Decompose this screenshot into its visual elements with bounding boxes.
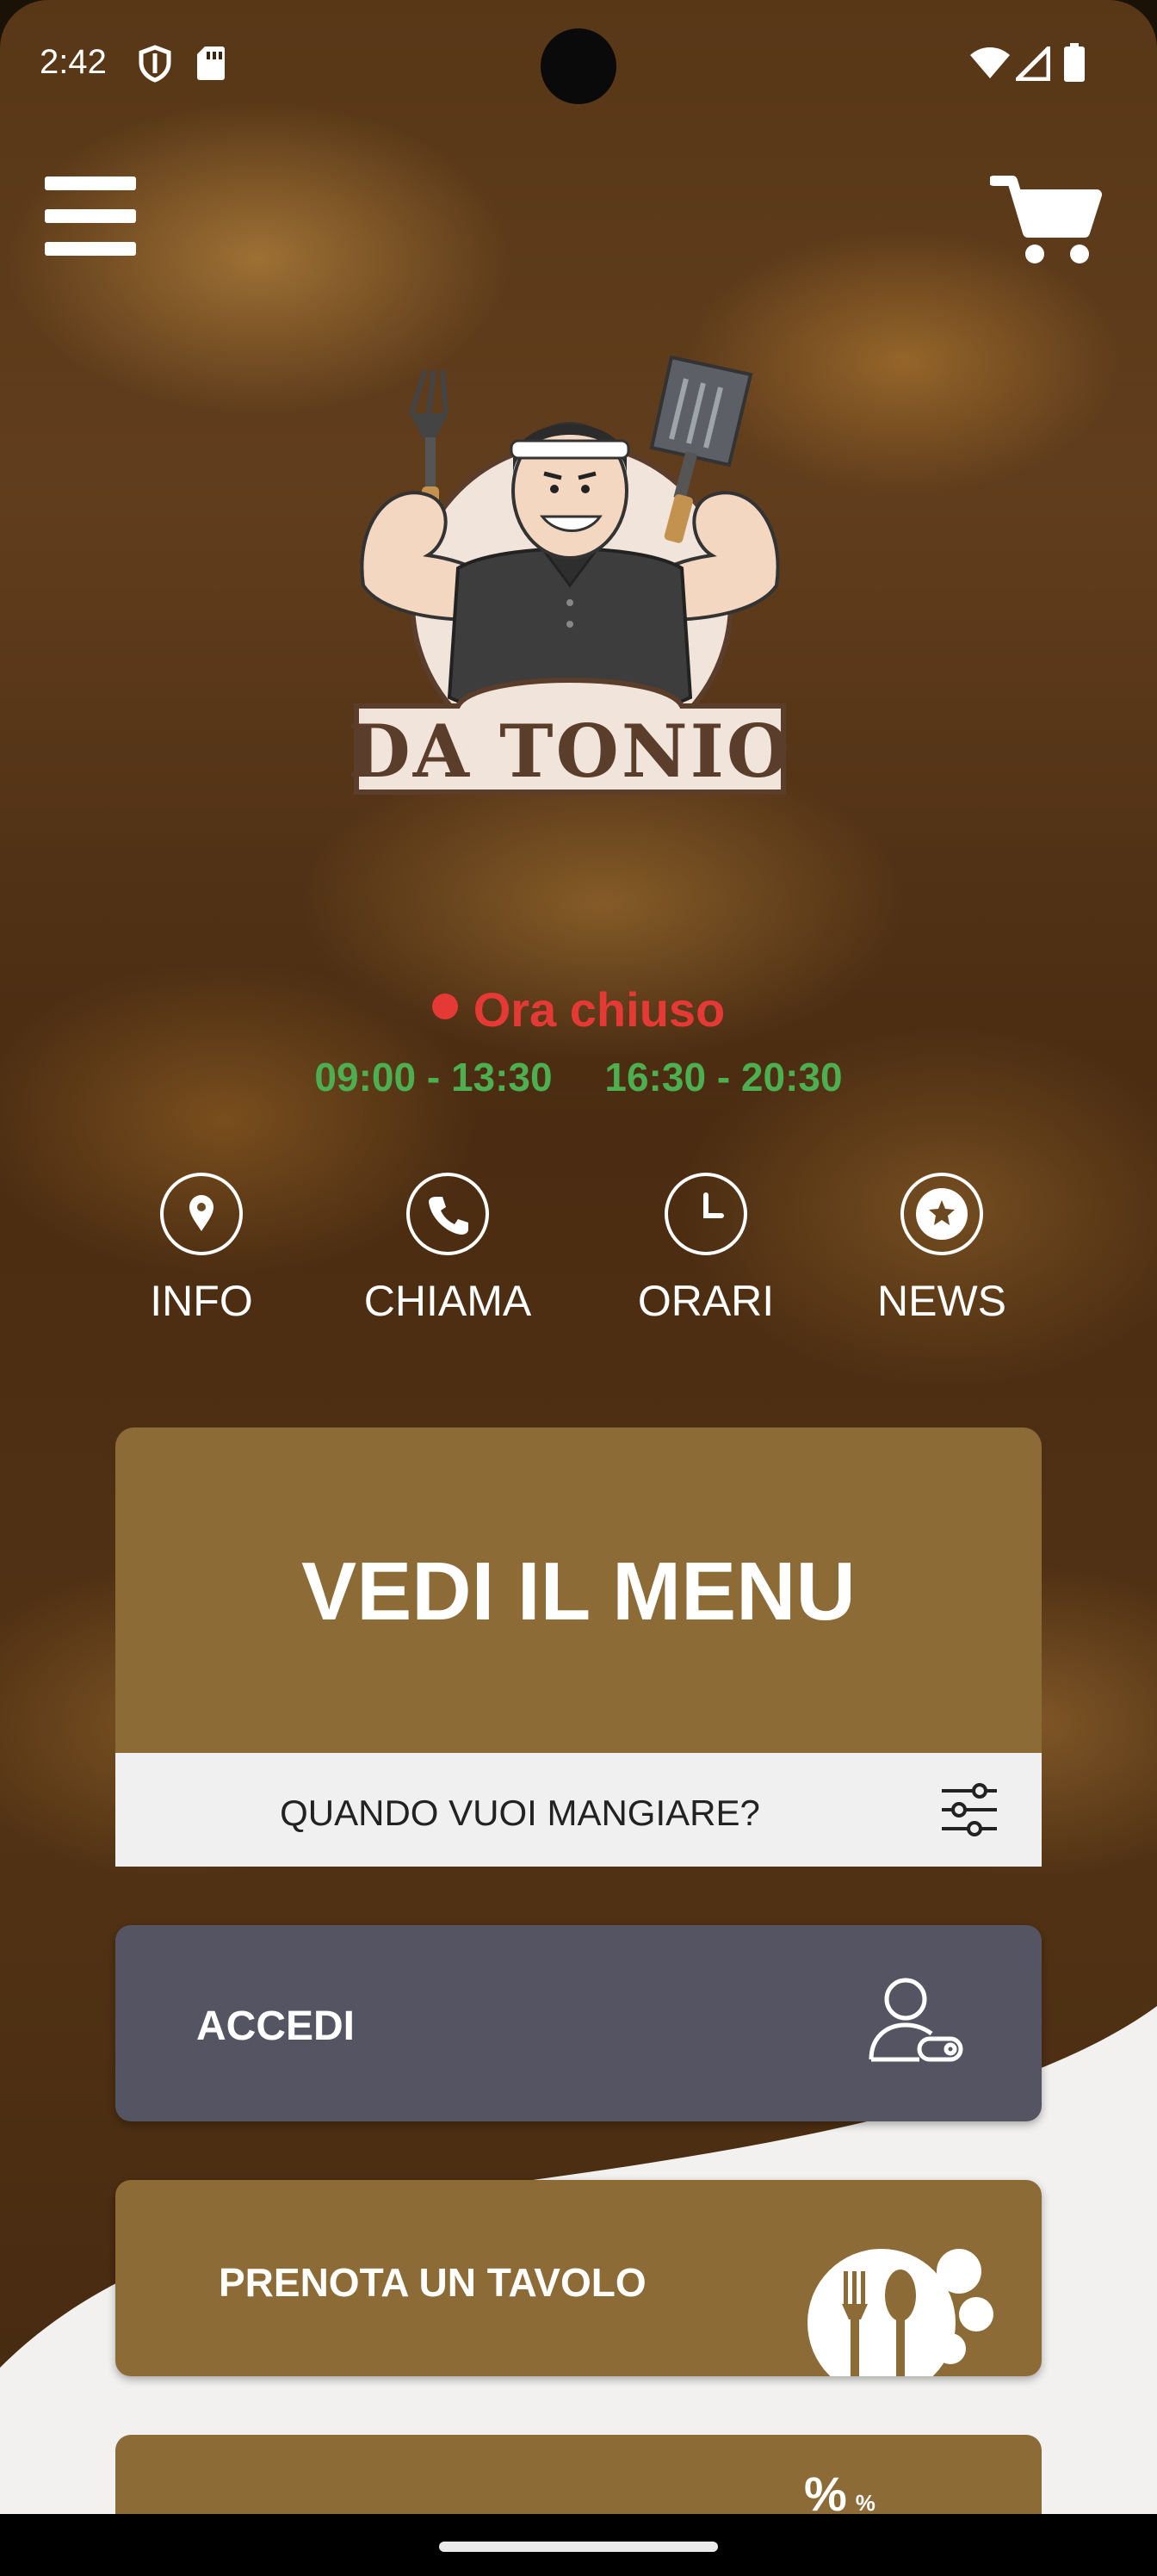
sd-card-icon (197, 46, 225, 80)
cellular-signal-icon (1016, 46, 1050, 81)
when-to-eat-bar[interactable]: QUANDO VUOI MANGIARE? (115, 1753, 1042, 1867)
brand-name: DA TONIO (348, 709, 792, 794)
home-gesture-handle[interactable] (439, 2542, 718, 2552)
quick-action-news[interactable]: NEWS (838, 1173, 1045, 1326)
location-pin-icon (160, 1173, 243, 1255)
plate-cutlery-icon (807, 2249, 993, 2376)
shield-icon (139, 45, 171, 83)
login-label: ACCEDI (196, 2003, 356, 2049)
user-key-icon (869, 1978, 963, 2062)
navigation-bar (0, 2514, 1157, 2576)
quick-action-call[interactable]: CHIAMA (344, 1173, 551, 1326)
view-menu-button[interactable]: VEDI IL MENU (115, 1427, 1042, 1753)
open-status-label: Ora chiuso (473, 982, 726, 1037)
opening-hours: 09:00 - 13:30 16:30 - 20:30 (0, 1054, 1157, 1100)
clock-icon (665, 1173, 747, 1255)
percent-icon: %% (804, 2467, 875, 2514)
battery-icon (1064, 43, 1085, 82)
camera-cutout (541, 28, 616, 104)
when-to-eat-label: QUANDO VUOI MANGIARE? (280, 1793, 760, 1833)
quick-action-label: INFO (150, 1277, 253, 1325)
quick-action-label: NEWS (877, 1277, 1006, 1325)
shopping-cart-icon[interactable] (990, 172, 1102, 267)
book-table-label: PRENOTA UN TAVOLO (219, 2260, 647, 2305)
star-chat-icon (900, 1173, 983, 1255)
phone-icon (406, 1173, 489, 1255)
quick-action-label: CHIAMA (363, 1277, 532, 1325)
hours-evening: 16:30 - 20:30 (604, 1055, 843, 1099)
quick-action-info[interactable]: INFO (98, 1173, 305, 1326)
app-screen: 2:42 DA TONIO Ora chiuso 09:00 - 13:30 1… (0, 0, 1157, 2514)
quick-action-hours[interactable]: ORARI (603, 1173, 809, 1326)
filter-sliders-icon[interactable] (938, 1779, 1000, 1841)
quick-action-label: ORARI (637, 1277, 775, 1325)
status-dot-icon (431, 994, 458, 1019)
status-time: 2:42 (40, 43, 107, 81)
login-button[interactable]: ACCEDI (115, 1925, 1042, 2121)
view-menu-title: VEDI IL MENU (301, 1545, 856, 1638)
promo-button[interactable]: %% (115, 2435, 1042, 2514)
wifi-icon (970, 47, 1010, 78)
book-table-button[interactable]: PRENOTA UN TAVOLO (115, 2180, 1042, 2376)
hours-morning: 09:00 - 13:30 (314, 1055, 553, 1099)
hamburger-menu-icon[interactable] (45, 176, 136, 256)
status-bar: 2:42 (0, 0, 1157, 129)
open-status: Ora chiuso (0, 981, 1157, 1037)
brand-logo: DA TONIO (348, 355, 792, 795)
